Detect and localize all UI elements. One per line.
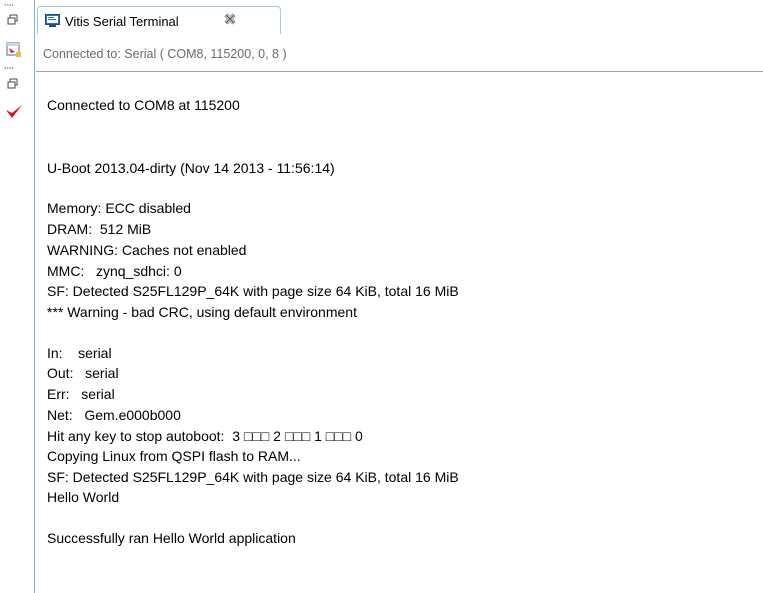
view-tab-bar: Vitis Serial Terminal	[35, 0, 763, 34]
console-line: WARNING: Caches not enabled	[47, 242, 247, 258]
restore-icon[interactable]	[6, 13, 20, 27]
console-line: *** Warning - bad CRC, using default env…	[47, 304, 357, 320]
console-line: Hello World	[47, 489, 120, 505]
console-line: In: serial	[47, 345, 112, 361]
console-line: Connected to COM8 at 115200	[47, 97, 240, 113]
left-toolbar	[0, 0, 30, 593]
view-border	[34, 0, 35, 593]
console-line: Copying Linux from QSPI flash to RAM...	[47, 448, 301, 464]
checkmark-icon[interactable]	[5, 104, 23, 120]
tab-vitis-serial-terminal[interactable]: Vitis Serial Terminal	[37, 6, 281, 34]
console-line: Out: serial	[47, 365, 119, 381]
connection-status: Connected to: Serial ( COM8, 115200, 0, …	[43, 47, 287, 61]
tab-title: Vitis Serial Terminal	[65, 14, 179, 29]
drag-grip[interactable]	[4, 4, 14, 6]
console-line: SF: Detected S25FL129P_64K with page siz…	[47, 283, 459, 299]
console-line: Err: serial	[47, 386, 115, 402]
console-line: Successfully ran Hello World application	[47, 530, 296, 546]
terminal-icon	[45, 14, 60, 27]
console-line: U-Boot 2013.04-dirty (Nov 14 2013 - 11:5…	[47, 160, 335, 176]
console-line: Hit any key to stop autoboot: 3 □□□ 2 □□…	[47, 428, 363, 444]
restore-icon[interactable]	[6, 77, 20, 91]
console-line: Memory: ECC disabled	[47, 200, 191, 216]
console-line: DRAM: 512 MiB	[47, 221, 152, 237]
console-line: MMC: zynq_sdhci: 0	[47, 263, 182, 279]
drag-grip[interactable]	[4, 67, 14, 69]
console-line: SF: Detected S25FL129P_64K with page siz…	[47, 469, 459, 485]
terminal-console[interactable]: Connected to COM8 at 115200 U-Boot 2013.…	[36, 72, 763, 593]
close-icon[interactable]	[224, 13, 236, 25]
console-line: Net: Gem.e000b000	[47, 407, 181, 423]
import-icon[interactable]	[6, 42, 22, 58]
